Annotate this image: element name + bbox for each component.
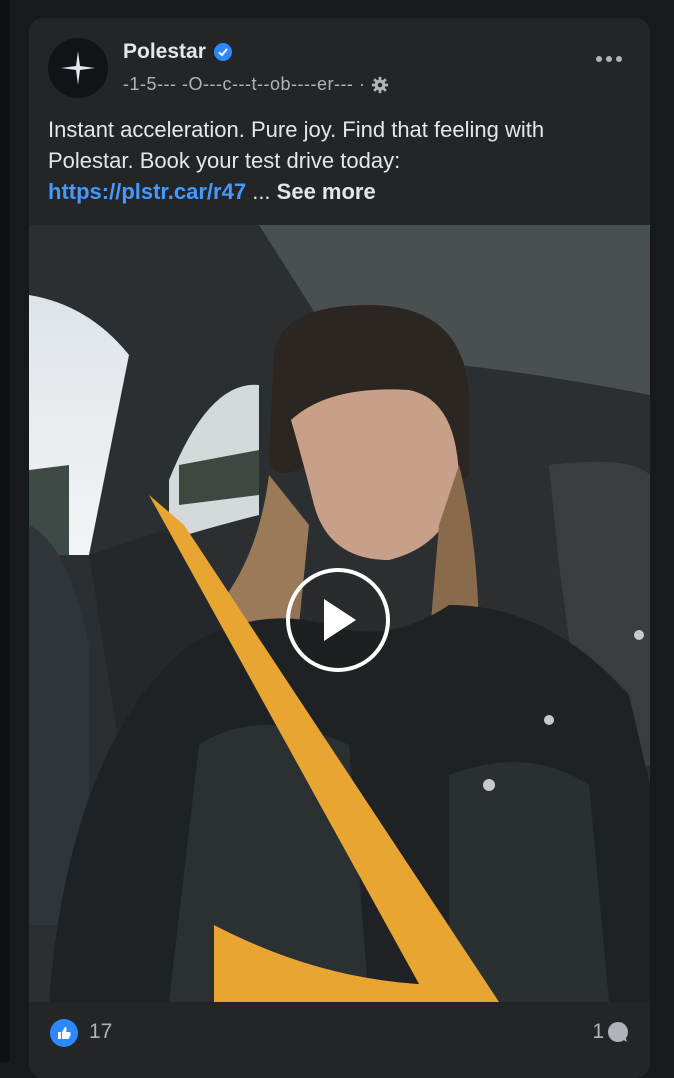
more-options-button[interactable] [596, 56, 622, 62]
page-name-row: Polestar [123, 40, 232, 64]
caption-text: Instant acceleration. Pure joy. Find tha… [48, 117, 545, 173]
avatar[interactable] [48, 38, 108, 98]
comment-count: 1 [592, 1020, 604, 1043]
post-caption: Instant acceleration. Pure joy. Find tha… [48, 114, 628, 207]
more-dot-icon [596, 56, 602, 62]
caption-ellipsis: ... [252, 179, 271, 204]
video-player[interactable] [29, 225, 650, 1002]
play-icon [324, 599, 356, 641]
polestar-logo-icon [61, 51, 95, 85]
comment-icon [608, 1022, 628, 1042]
post-timestamp[interactable]: -1-5--- -O---c---t--ob----er--- · [123, 74, 365, 95]
see-more-button[interactable]: See more [277, 179, 376, 204]
left-rail [0, 0, 10, 1062]
reaction-count[interactable]: 17 [89, 1020, 112, 1044]
post-footer: 17 1 [29, 1002, 650, 1078]
verified-badge-icon [213, 43, 232, 61]
comment-count-button[interactable]: 1 [592, 1020, 630, 1044]
post-card: Polestar -1-5--- -O---c---t--ob----er---… [29, 18, 650, 1078]
like-icon[interactable] [50, 1019, 78, 1047]
page-name[interactable]: Polestar [123, 40, 206, 64]
more-dot-icon [616, 56, 622, 62]
more-dot-icon [606, 56, 612, 62]
test-drive-link[interactable]: https://plstr.car/r47 [48, 179, 246, 204]
post-meta: -1-5--- -O---c---t--ob----er--- · [123, 74, 389, 95]
play-button[interactable] [286, 568, 390, 672]
gear-icon[interactable] [371, 76, 389, 94]
